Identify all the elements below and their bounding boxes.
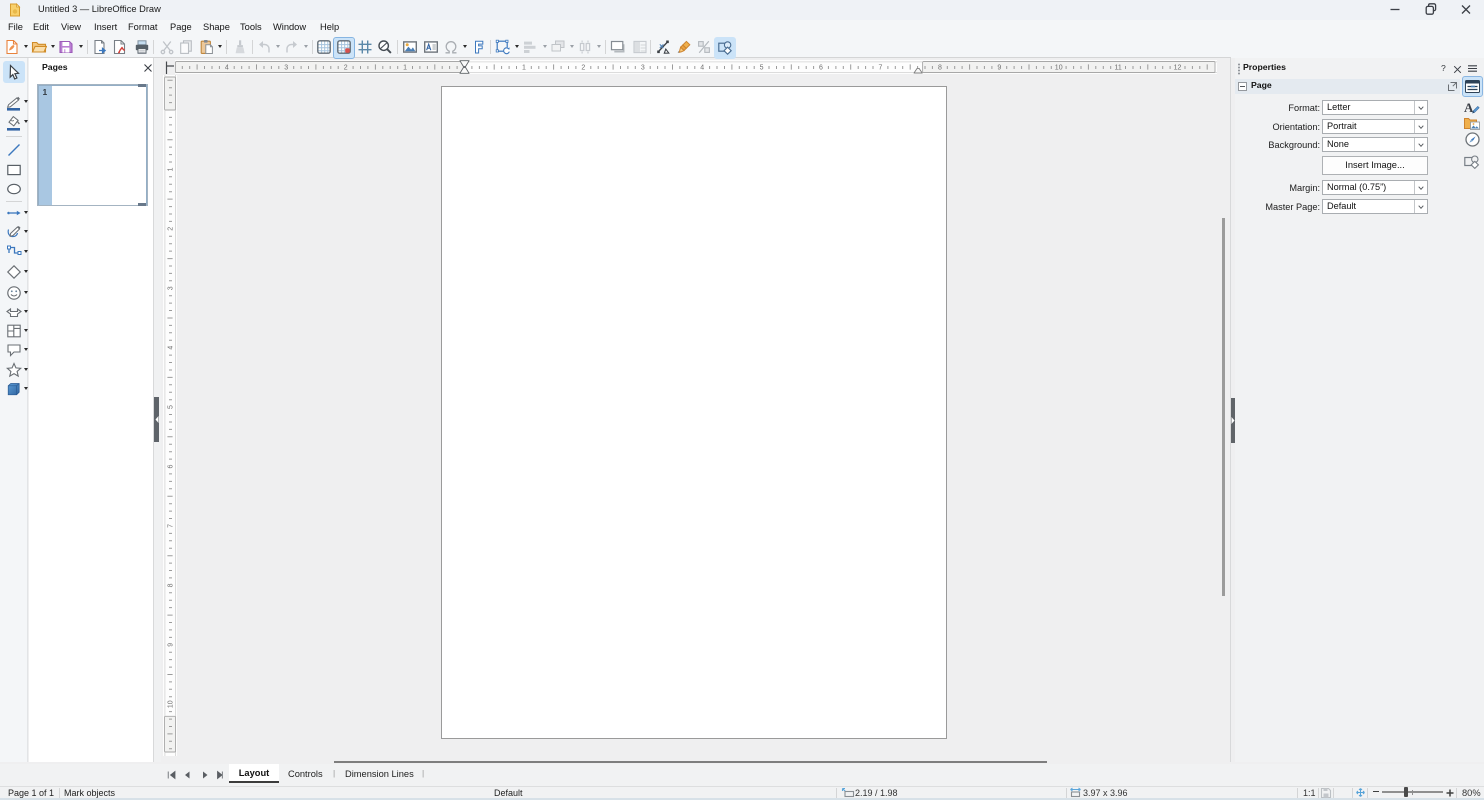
svg-text:4: 4 bbox=[167, 346, 174, 350]
svg-text:2: 2 bbox=[344, 65, 348, 72]
svg-text:1: 1 bbox=[403, 65, 407, 72]
svg-text:12: 12 bbox=[1174, 65, 1182, 72]
svg-text:4: 4 bbox=[225, 65, 229, 72]
svg-text:4: 4 bbox=[700, 65, 704, 72]
svg-text:11: 11 bbox=[1114, 65, 1121, 72]
svg-text:2: 2 bbox=[581, 65, 585, 72]
svg-text:8: 8 bbox=[167, 583, 174, 587]
svg-text:9: 9 bbox=[997, 65, 1001, 72]
svg-text:1: 1 bbox=[167, 167, 174, 171]
svg-text:3: 3 bbox=[284, 65, 288, 72]
svg-text:7: 7 bbox=[878, 65, 882, 72]
svg-text:10: 10 bbox=[167, 700, 174, 708]
svg-text:9: 9 bbox=[167, 643, 174, 647]
svg-text:5: 5 bbox=[760, 65, 764, 72]
svg-text:6: 6 bbox=[819, 65, 823, 72]
svg-text:10: 10 bbox=[1055, 65, 1063, 72]
svg-text:8: 8 bbox=[938, 65, 942, 72]
svg-text:6: 6 bbox=[167, 464, 174, 468]
svg-text:5: 5 bbox=[167, 405, 174, 409]
svg-text:7: 7 bbox=[167, 524, 174, 528]
svg-text:1: 1 bbox=[522, 65, 526, 72]
svg-text:3: 3 bbox=[641, 65, 645, 72]
svg-text:2: 2 bbox=[167, 227, 174, 231]
svg-text:3: 3 bbox=[167, 286, 174, 290]
svg-text:A: A bbox=[1464, 100, 1474, 114]
